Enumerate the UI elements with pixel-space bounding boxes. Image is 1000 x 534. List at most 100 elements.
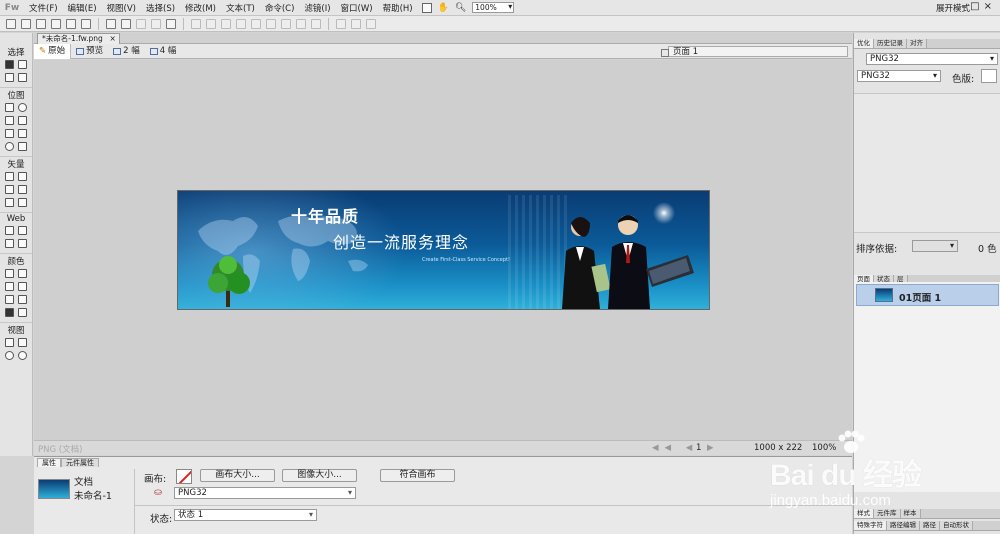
- menu-edit[interactable]: 编辑(E): [63, 2, 102, 14]
- close-icon[interactable]: ×: [109, 34, 115, 44]
- knife-icon[interactable]: [18, 198, 27, 207]
- bridge-icon[interactable]: [421, 2, 432, 13]
- crop-icon[interactable]: [18, 73, 27, 82]
- menu-help[interactable]: 帮助(H): [378, 2, 418, 14]
- menu-text[interactable]: 文本(T): [221, 2, 260, 14]
- pointer-icon[interactable]: [5, 60, 14, 69]
- rotate-icon[interactable]: [296, 18, 306, 29]
- pen-icon[interactable]: [18, 172, 27, 181]
- zoom-select[interactable]: 100%: [472, 2, 515, 13]
- tab-properties[interactable]: 属性: [37, 458, 61, 467]
- bring-front-icon[interactable]: [251, 18, 261, 29]
- swap-colors-icon[interactable]: [18, 308, 27, 317]
- tab-history[interactable]: 历史记录: [874, 39, 907, 48]
- page-item[interactable]: 01页面 1: [856, 284, 999, 306]
- image-size-button[interactable]: 图像大小...: [282, 469, 357, 482]
- watermark-brand: Bai du 经验: [770, 459, 922, 492]
- freeform-icon[interactable]: [5, 198, 14, 207]
- ungroup-icon[interactable]: [206, 18, 216, 29]
- cut-icon[interactable]: [136, 18, 146, 29]
- standard-screen-icon[interactable]: [5, 338, 14, 347]
- eraser-icon[interactable]: [18, 129, 27, 138]
- lasso-icon[interactable]: [18, 103, 27, 112]
- default-colors-icon[interactable]: [5, 308, 14, 317]
- tab-2-up[interactable]: 2 幅: [108, 44, 145, 59]
- split-icon[interactable]: [236, 18, 246, 29]
- line-icon[interactable]: [5, 172, 14, 181]
- tab-optimize[interactable]: 优化: [854, 39, 874, 48]
- tab-original[interactable]: ✎ 原始: [34, 43, 72, 59]
- tab-symbol-properties[interactable]: 元件属性: [61, 458, 99, 467]
- pencil-icon[interactable]: [5, 129, 14, 138]
- menu-file[interactable]: 文件(F): [24, 2, 63, 14]
- show-slices-icon[interactable]: [18, 239, 27, 248]
- menu-modify[interactable]: 修改(M): [180, 2, 221, 14]
- color-count: 0 色: [978, 244, 997, 255]
- stroke-color-icon[interactable]: [5, 282, 14, 291]
- open-icon[interactable]: [21, 18, 31, 29]
- no-stroke-icon[interactable]: [18, 282, 27, 291]
- slice-icon[interactable]: [18, 226, 27, 235]
- canvas-area[interactable]: 十年品质 创造一流服务理念 Create First-Class Service…: [34, 60, 852, 440]
- sort-by-select[interactable]: [912, 240, 958, 252]
- menu-commands[interactable]: 命令(C): [260, 2, 300, 14]
- eyedropper-icon[interactable]: [5, 269, 14, 278]
- align-icon[interactable]: [281, 18, 291, 29]
- blur-icon[interactable]: [5, 142, 14, 151]
- export-icon[interactable]: [66, 18, 76, 29]
- new-icon[interactable]: [6, 18, 16, 29]
- document-tab[interactable]: *未命名-1.fw.png ×: [37, 33, 120, 44]
- window-controls[interactable]: –□×: [961, 1, 996, 12]
- rectangle-icon[interactable]: [5, 185, 14, 194]
- zoom-icon[interactable]: 🔍︎: [455, 3, 466, 13]
- menu-window[interactable]: 窗口(W): [336, 2, 378, 14]
- hand-tool-icon[interactable]: [5, 351, 14, 360]
- flip-icon[interactable]: [311, 18, 321, 29]
- redo-icon[interactable]: [121, 18, 131, 29]
- copy-icon[interactable]: [151, 18, 161, 29]
- fullscreen-icon[interactable]: [18, 338, 27, 347]
- matte-swatch[interactable]: [981, 69, 997, 83]
- page-selector[interactable]: 页面 1: [661, 46, 848, 57]
- scale-icon[interactable]: [5, 73, 14, 82]
- text-icon[interactable]: [18, 185, 27, 194]
- zoom-tool-icon[interactable]: [18, 351, 27, 360]
- brush-icon[interactable]: [18, 116, 27, 125]
- send-back-icon[interactable]: [266, 18, 276, 29]
- export-format-select[interactable]: PNG32: [174, 487, 356, 499]
- menu-select[interactable]: 选择(S): [141, 2, 180, 14]
- magic-wand-icon[interactable]: [5, 116, 14, 125]
- symbol-icon[interactable]: [366, 18, 376, 29]
- optimize-preset-select[interactable]: PNG32: [866, 53, 998, 65]
- import-icon[interactable]: [51, 18, 61, 29]
- undo-icon[interactable]: [106, 18, 116, 29]
- menu-view[interactable]: 视图(V): [102, 2, 141, 14]
- stamp-icon[interactable]: [18, 142, 27, 151]
- menu-filters[interactable]: 滤镜(I): [299, 2, 335, 14]
- subselect-icon[interactable]: [18, 60, 27, 69]
- marquee-icon[interactable]: [5, 103, 14, 112]
- save-icon[interactable]: [36, 18, 46, 29]
- page-nav-controls[interactable]: ◀◀ ◀ ▶: [652, 443, 720, 453]
- tab-4-up[interactable]: 4 幅: [145, 44, 182, 59]
- hotspot-icon[interactable]: [5, 226, 14, 235]
- fill-swatch-icon[interactable]: [18, 295, 27, 304]
- print-icon[interactable]: [81, 18, 91, 29]
- fill-color-icon[interactable]: [5, 295, 14, 304]
- join-icon[interactable]: [221, 18, 231, 29]
- state-select[interactable]: 状态 1: [174, 509, 317, 521]
- tab-preview[interactable]: 预览: [71, 44, 108, 59]
- fit-canvas-button[interactable]: 符合画布: [380, 469, 455, 482]
- paste-icon[interactable]: [166, 18, 176, 29]
- canvas-color-swatch[interactable]: [176, 469, 192, 484]
- hide-slices-icon[interactable]: [5, 239, 14, 248]
- group-icon[interactable]: [191, 18, 201, 29]
- paint-bucket-icon[interactable]: [18, 269, 27, 278]
- distribute-icon[interactable]: [336, 18, 346, 29]
- banner-image[interactable]: 十年品质 创造一流服务理念 Create First-Class Service…: [178, 191, 709, 309]
- canvas-size-button[interactable]: 画布大小...: [200, 469, 275, 482]
- export-file-format-select[interactable]: PNG32: [857, 70, 941, 82]
- arrange-icon[interactable]: [351, 18, 361, 29]
- tab-align[interactable]: 对齐: [907, 39, 927, 48]
- hand-icon[interactable]: ✋: [438, 3, 449, 13]
